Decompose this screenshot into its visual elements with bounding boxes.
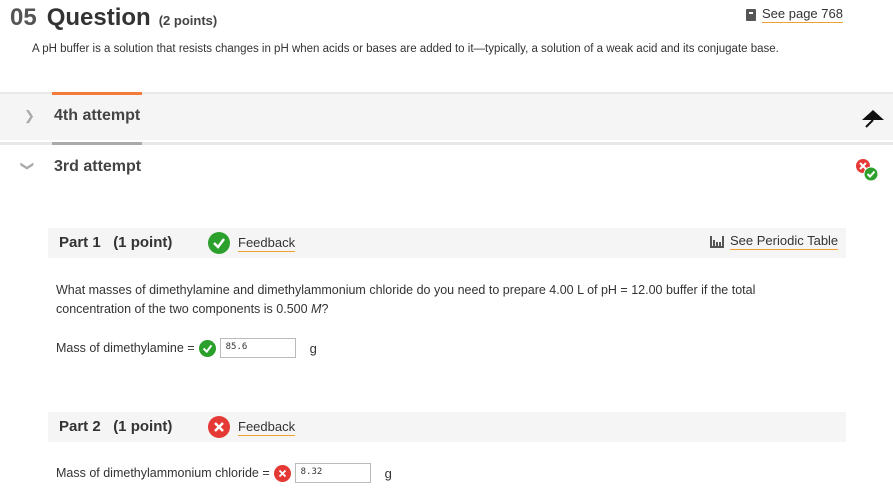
x-icon	[273, 464, 291, 482]
attempt-4-label[interactable]: 4th attempt	[54, 107, 140, 125]
see-page-label[interactable]: See page 768	[762, 6, 843, 23]
periodic-table-label[interactable]: See Periodic Table	[730, 233, 839, 250]
chevron-right-icon[interactable]: ❯	[24, 108, 35, 124]
feedback-link[interactable]: Feedback	[238, 419, 296, 436]
feedback-link[interactable]: Feedback	[238, 235, 296, 252]
attempt-3-label[interactable]: 3rd attempt	[54, 158, 141, 176]
answer-unit: g	[309, 340, 317, 356]
part-2-answer-row: Mass of dimethylammonium chloride = 8.32…	[56, 463, 392, 483]
question-number: 05	[10, 4, 37, 31]
chevron-down-icon[interactable]: ❯	[19, 161, 35, 172]
question-end: ?	[321, 302, 329, 316]
question-title: Question	[46, 4, 151, 31]
question-line-1: What masses of dimethylamine and dimethy…	[56, 283, 756, 297]
part-1-title: Part 1 (1 point)	[59, 234, 173, 251]
answer-label: Mass of dimethylamine =	[56, 341, 195, 355]
part-1-answer-row: Mass of dimethylamine = 85.6 g	[56, 338, 317, 358]
part-1-question: What masses of dimethylamine and dimethy…	[56, 281, 816, 319]
check-icon	[208, 232, 230, 254]
see-periodic-table-link[interactable]: See Periodic Table	[710, 233, 839, 250]
book-icon	[746, 8, 756, 21]
question-description: A pH buffer is a solution that resists c…	[32, 43, 779, 55]
attempt-3-indicator	[52, 142, 142, 145]
check-icon	[198, 339, 216, 357]
x-icon	[208, 416, 230, 438]
periodic-table-icon	[710, 235, 724, 248]
answer-unit: g	[384, 465, 392, 481]
molarity-unit: M	[311, 302, 322, 316]
part-2-title: Part 2 (1 point)	[59, 418, 173, 435]
flag-icon[interactable]	[860, 108, 886, 128]
active-attempt-indicator	[52, 92, 142, 95]
dimethylammonium-chloride-mass-input[interactable]: 8.32	[294, 463, 371, 483]
attempt-status-icon	[856, 159, 879, 182]
see-page-link[interactable]: See page 768	[746, 6, 843, 23]
question-line-2: concentration of the two components is 0…	[56, 302, 312, 316]
question-header: 05 Question (2 points)	[10, 4, 217, 32]
part-2-feedback[interactable]: Feedback	[208, 416, 296, 438]
question-points: (2 points)	[158, 13, 218, 28]
part-1-feedback[interactable]: Feedback	[208, 232, 296, 254]
attempt-3-divider	[0, 142, 893, 145]
dimethylamine-mass-input[interactable]: 85.6	[219, 338, 296, 358]
answer-label: Mass of dimethylammonium chloride =	[56, 466, 270, 480]
